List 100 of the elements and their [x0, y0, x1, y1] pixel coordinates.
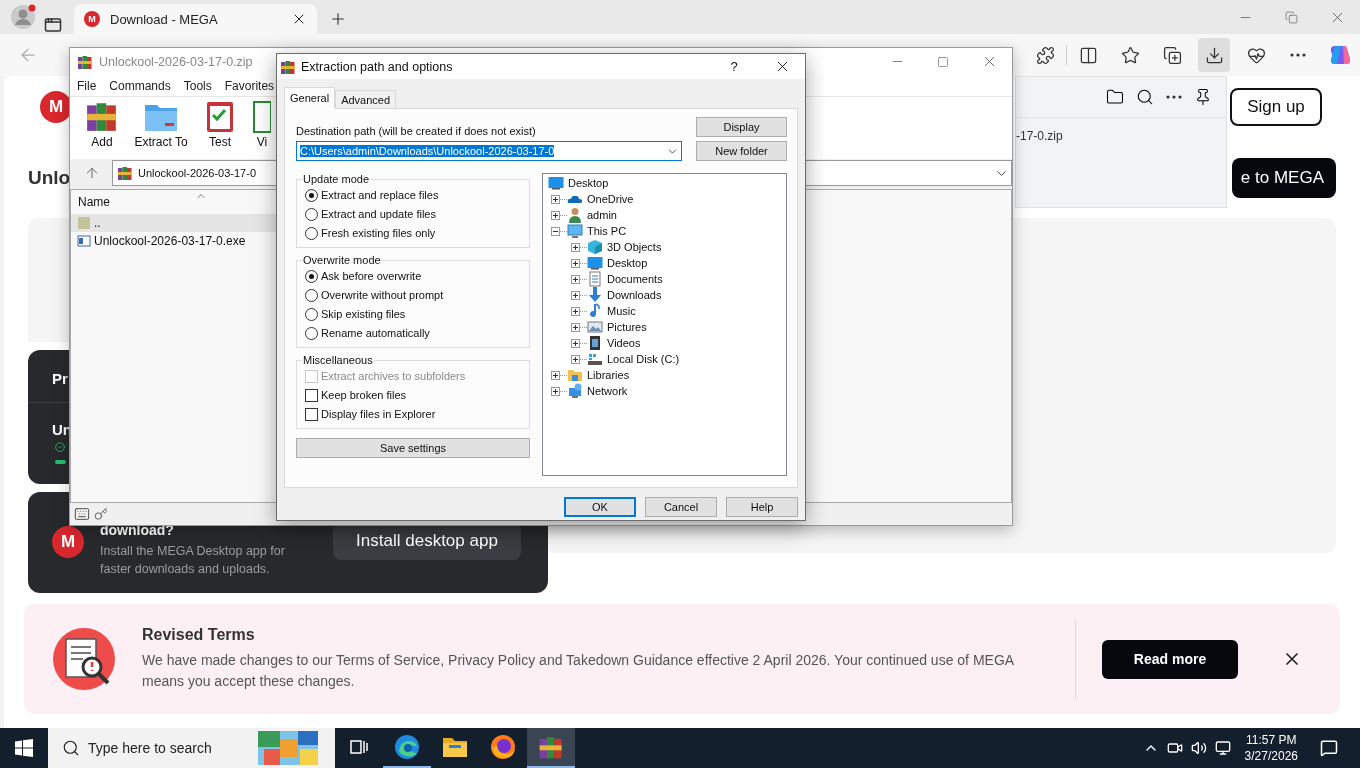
expand-toggle[interactable]	[551, 370, 560, 380]
tree-item[interactable]: Libraries	[586, 369, 631, 381]
expand-toggle[interactable]	[571, 290, 580, 300]
toolbar-button[interactable]: Add	[78, 99, 126, 157]
new-tab-icon[interactable]	[329, 10, 347, 28]
copy-plus-icon	[1162, 45, 1182, 65]
cube-icon	[587, 239, 603, 255]
more-icon[interactable]	[1166, 95, 1182, 99]
clock[interactable]: 11:57 PM 3/27/2026	[1244, 732, 1298, 764]
banner-title: Revised Terms	[142, 626, 256, 644]
file-row[interactable]: Unlockool-2026-03-17-0.exe	[71, 232, 277, 250]
tree-item[interactable]: OneDrive	[586, 193, 635, 205]
radio-button[interactable]	[305, 326, 318, 340]
join-button[interactable]: e to MEGA	[1232, 158, 1336, 198]
expand-toggle[interactable]	[551, 194, 560, 204]
browser-tab[interactable]: M Download - MEGA	[74, 4, 317, 34]
radio-button[interactable]	[305, 207, 318, 221]
tree-item[interactable]: Pictures	[606, 321, 648, 333]
expand-toggle[interactable]	[571, 354, 580, 364]
menu-item[interactable]: Commands	[104, 78, 176, 93]
tree-item[interactable]: This PC	[586, 225, 628, 237]
file-row[interactable]: ..	[71, 214, 277, 232]
option-label[interactable]: Ask before overwrite	[321, 270, 422, 282]
pin-icon[interactable]	[1194, 88, 1212, 106]
speaker-icon[interactable]	[1190, 740, 1207, 756]
network-icon	[567, 383, 583, 399]
radio-button[interactable]	[305, 269, 318, 283]
avatar-icon[interactable]	[10, 4, 36, 30]
maximize-icon[interactable]	[937, 55, 949, 68]
checkbox[interactable]: Keep broken files	[305, 387, 521, 403]
option-label[interactable]: Extract and replace files	[321, 189, 439, 201]
download-file-name[interactable]: -17-0.zip	[1016, 129, 1226, 143]
radio-button[interactable]	[305, 226, 318, 240]
option-label[interactable]: Fresh existing files only	[321, 227, 436, 239]
expand-toggle[interactable]	[551, 210, 560, 220]
expand-toggle[interactable]	[571, 242, 580, 252]
notification-icon[interactable]	[1320, 739, 1338, 757]
toolbar-button[interactable]: Test	[196, 99, 244, 157]
toolbar-button[interactable]: Extract To	[132, 99, 190, 157]
destination-field[interactable]: C:\Users\admin\Downloads\Unlockool-2026-03-17-0	[296, 141, 682, 161]
download-icon	[587, 287, 603, 303]
monitor-icon	[587, 255, 603, 271]
radio-button[interactable]	[305, 288, 318, 302]
checkbox[interactable]: Display files in Explorer	[305, 406, 521, 422]
tree-item[interactable]: admin	[586, 209, 618, 221]
dialog-button[interactable]: OK	[564, 497, 636, 517]
windows-logo-icon[interactable]	[15, 739, 33, 757]
toolbar-button[interactable]	[1198, 38, 1230, 72]
tree-item[interactable]: Local Disk (C:)	[606, 353, 681, 365]
menu-item[interactable]: Favorites	[219, 78, 280, 93]
save-settings-button[interactable]: Save settings	[296, 438, 530, 458]
tree-item[interactable]: Network	[586, 385, 629, 397]
tab[interactable]: Advanced	[335, 90, 397, 109]
dialog-button[interactable]: Cancel	[645, 497, 717, 517]
radio-button[interactable]	[305, 188, 318, 202]
expand-toggle[interactable]	[571, 338, 580, 348]
dialog-button[interactable]: Help	[726, 497, 798, 517]
option-label[interactable]: Rename automatically	[321, 327, 430, 339]
option-label[interactable]: Extract and update files	[321, 208, 436, 220]
tree-item[interactable]: Downloads	[606, 289, 663, 301]
user-icon	[567, 207, 583, 223]
expand-toggle[interactable]	[571, 322, 580, 332]
tree-item[interactable]: 3D Objects	[606, 241, 663, 253]
radio-button[interactable]	[305, 307, 318, 321]
toolbar-button[interactable]: Vi	[250, 99, 274, 157]
tree-item[interactable]: Desktop	[567, 177, 610, 189]
camera-icon[interactable]	[1166, 740, 1183, 756]
more-icon	[1290, 53, 1306, 57]
menu-item[interactable]: Tools	[178, 78, 217, 93]
read-more-button[interactable]: Read more	[1102, 639, 1238, 679]
expand-toggle[interactable]	[571, 274, 580, 284]
help-mark[interactable]: ?	[714, 59, 754, 74]
expand-toggle[interactable]	[551, 386, 560, 396]
option-label[interactable]: Overwrite without prompt	[321, 289, 444, 301]
tab[interactable]: General	[284, 87, 336, 109]
search-field[interactable]: Type here to search	[88, 740, 238, 756]
star-icon	[1120, 45, 1140, 65]
expand-toggle[interactable]	[551, 226, 560, 236]
tree-item[interactable]: Music	[606, 305, 637, 317]
columns-icon	[1078, 45, 1098, 65]
menu-item[interactable]: File	[72, 78, 102, 93]
sign-up-button[interactable]: Sign up	[1230, 88, 1322, 126]
expand-toggle[interactable]	[571, 258, 580, 268]
side-button[interactable]: Display	[696, 117, 787, 137]
tree-item[interactable]: Desktop	[606, 257, 649, 269]
option-label[interactable]: Skip existing files	[321, 308, 406, 320]
tree-item[interactable]: Documents	[606, 273, 664, 285]
logo[interactable]: M	[40, 91, 72, 123]
key-icon	[94, 507, 108, 521]
monitor-icon[interactable]	[1214, 740, 1231, 756]
side-button[interactable]: New folder	[696, 141, 787, 161]
taskbar-app[interactable]	[527, 728, 575, 768]
column-header[interactable]: Name	[78, 195, 278, 209]
tree-item[interactable]: Videos	[606, 337, 642, 349]
task-view-icon	[349, 737, 369, 757]
window-icon[interactable]	[44, 16, 62, 34]
expand-toggle[interactable]	[571, 306, 580, 316]
banner-text: We have made changes to our Terms of Service, Privacy Policy and Takedown Guidance effective 2 April 2026. Your continued use of MEGA means you accept these changes.	[142, 651, 1015, 691]
search-icon[interactable]	[1136, 88, 1154, 106]
heart-pulse-icon	[1246, 45, 1266, 65]
